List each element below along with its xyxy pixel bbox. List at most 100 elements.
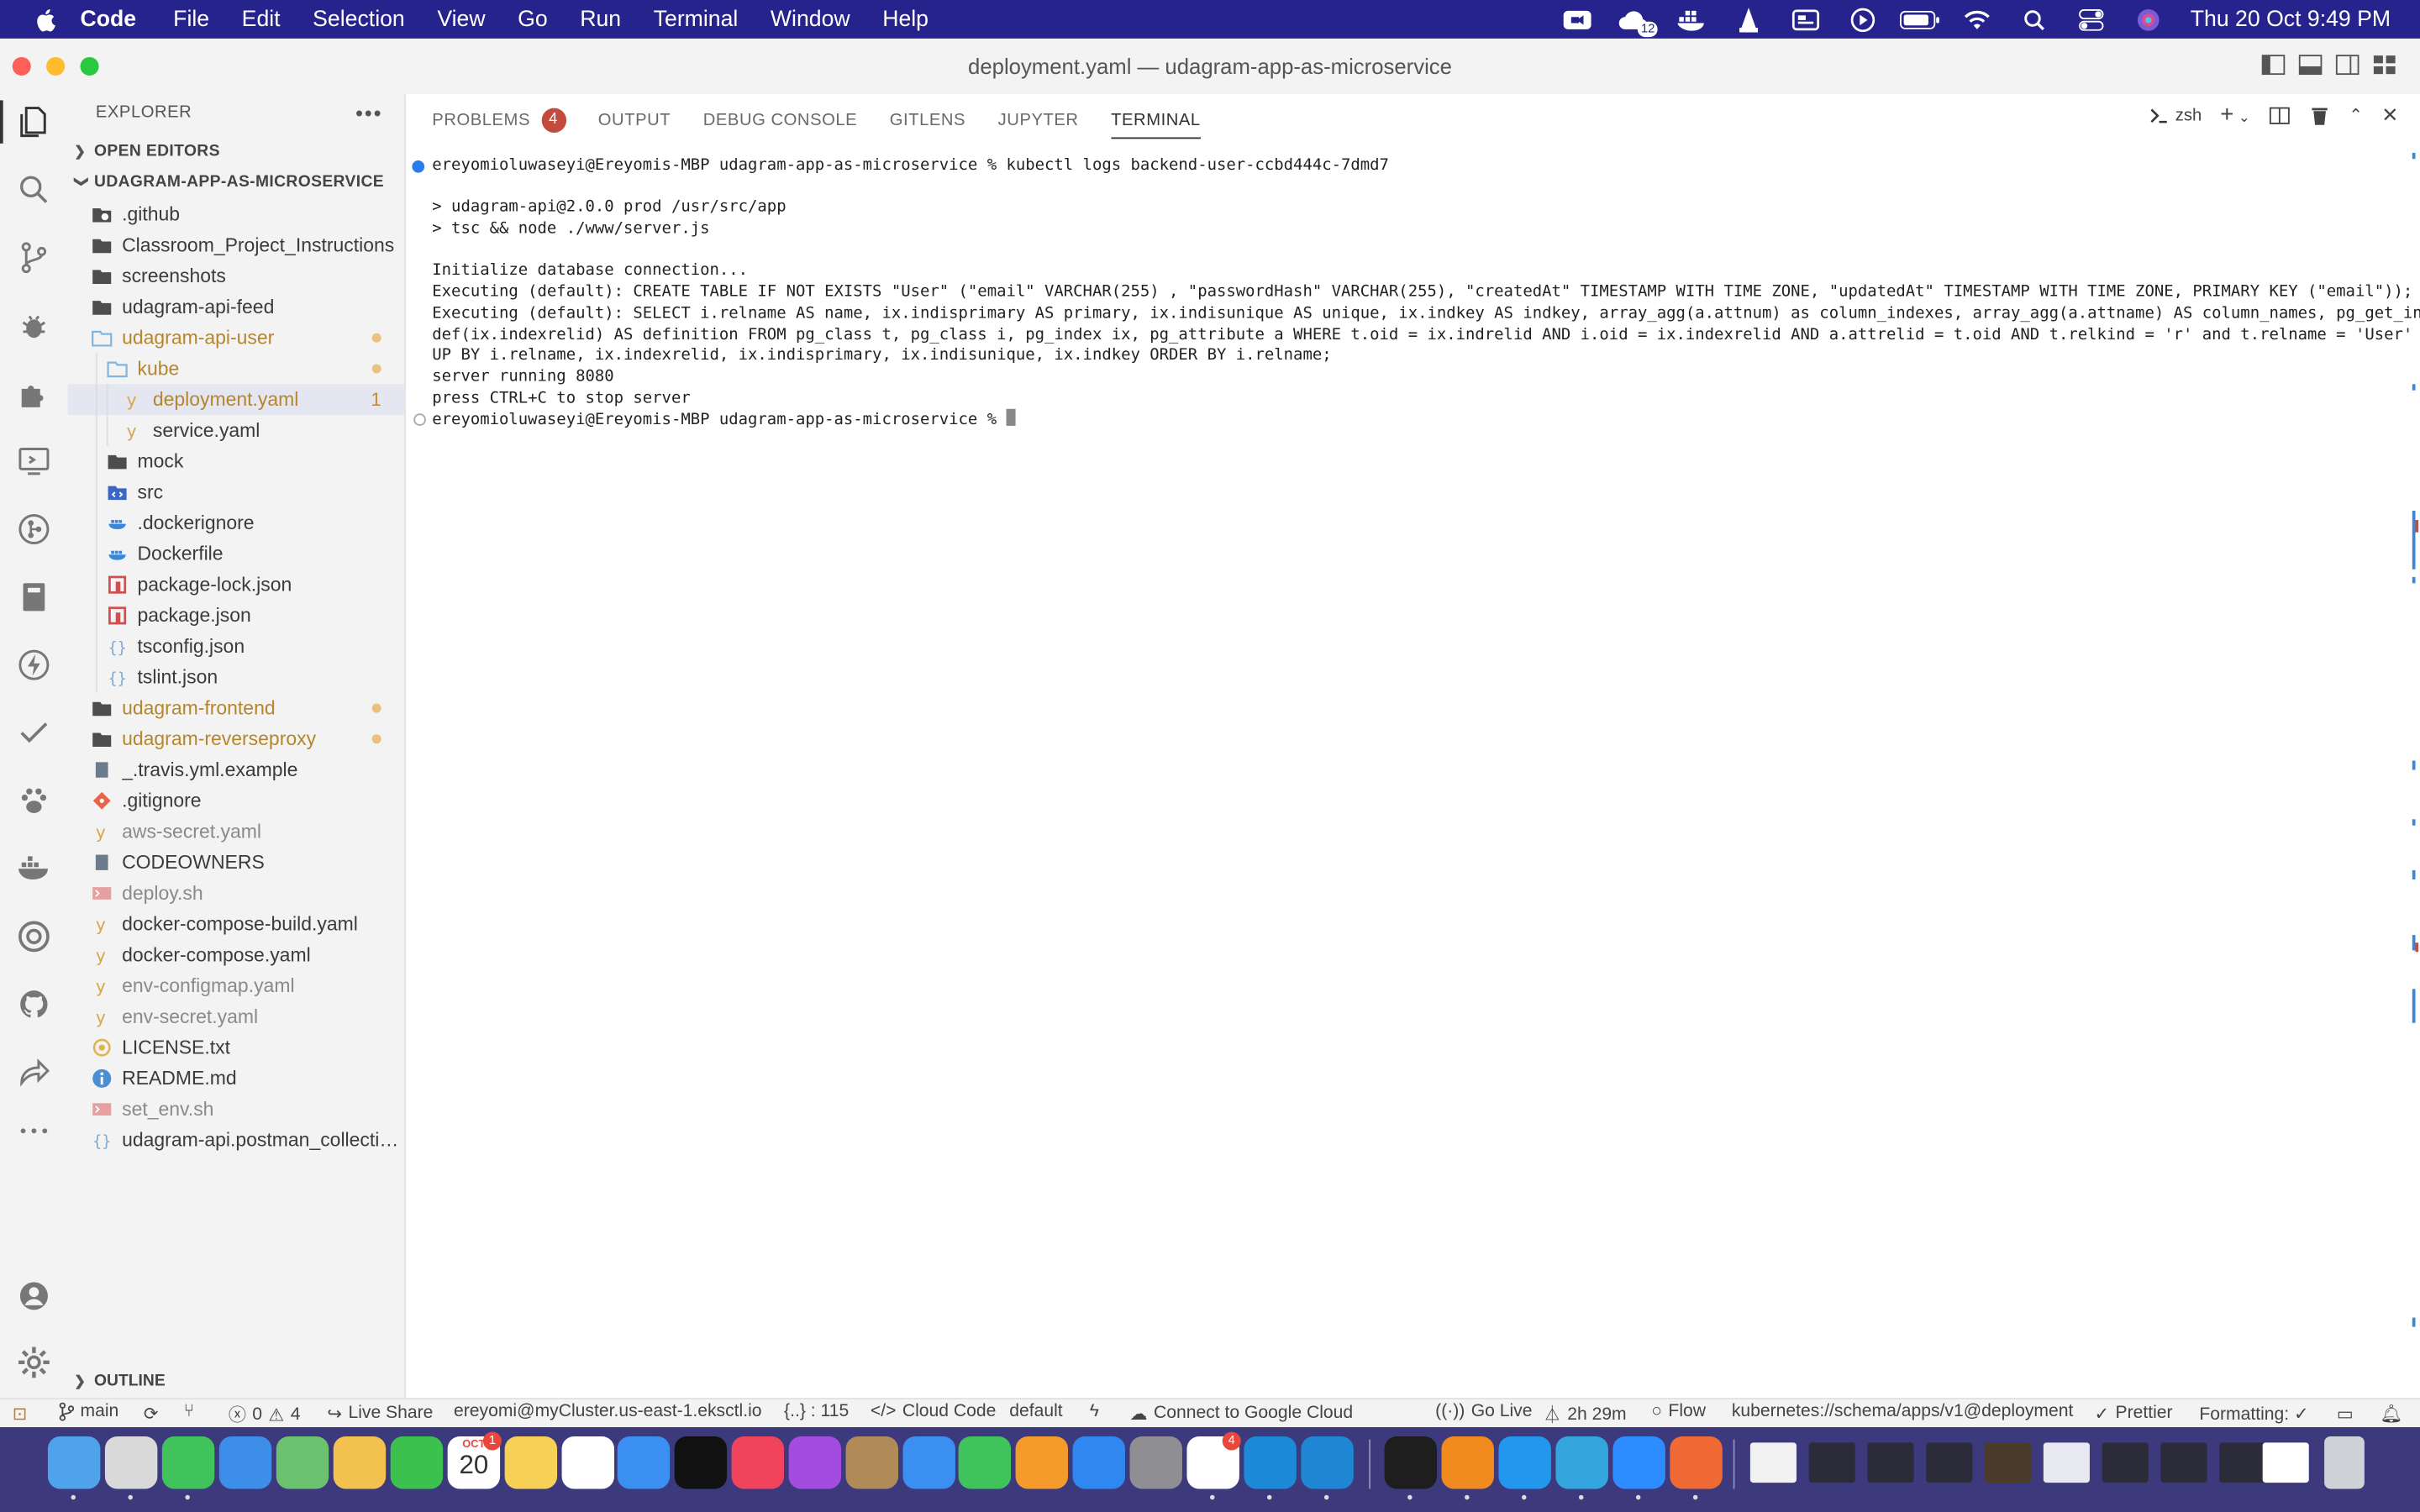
kube-namespace-status[interactable]: default: [1009, 1403, 1062, 1421]
messages-icon[interactable]: [161, 1436, 215, 1489]
tree-item[interactable]: {} udagram-api.postman_collectio...: [68, 1125, 404, 1156]
menubar-clock[interactable]: Thu 20 Oct 9:49 PM: [2191, 7, 2391, 31]
finder-icon[interactable]: [47, 1436, 101, 1489]
more-views-icon[interactable]: [15, 1112, 52, 1149]
tree-item[interactable]: package.json: [68, 600, 404, 632]
tree-item[interactable]: src: [68, 476, 404, 508]
music-icon[interactable]: [731, 1436, 785, 1489]
menu-window[interactable]: Window: [771, 7, 850, 31]
docker-app-icon[interactable]: [1498, 1436, 1551, 1489]
go-live-status[interactable]: ((·)) Go Live: [1435, 1403, 1532, 1421]
split-terminal-icon[interactable]: [2269, 104, 2291, 126]
tree-item[interactable]: mock: [68, 445, 404, 477]
tab-jupyter[interactable]: JUPYTER: [998, 103, 1079, 137]
window-thumbnail[interactable]: [1808, 1442, 1855, 1483]
tree-item[interactable]: README.md: [68, 1063, 404, 1095]
play-tray-icon[interactable]: [1843, 0, 1883, 39]
search-icon[interactable]: [15, 171, 52, 208]
tree-item[interactable]: y docker-compose.yaml: [68, 940, 404, 971]
live-share-icon[interactable]: [15, 1053, 52, 1090]
tree-item[interactable]: .dockerignore: [68, 507, 404, 539]
docker-icon[interactable]: [15, 850, 52, 887]
outline-section[interactable]: ❯ OUTLINE: [74, 1372, 166, 1390]
telegram-icon[interactable]: [1555, 1436, 1608, 1489]
wifi-icon[interactable]: [1957, 0, 1997, 39]
window-thumbnail[interactable]: [2043, 1442, 2090, 1483]
tree-item[interactable]: udagram-reverseproxy: [68, 723, 404, 754]
cloud-code-icon[interactable]: [15, 918, 52, 955]
sync-icon[interactable]: ⟳: [144, 1403, 159, 1424]
pages-icon[interactable]: [1015, 1436, 1069, 1489]
apple-icon[interactable]: [34, 7, 55, 31]
system-preferences-icon[interactable]: [1129, 1436, 1182, 1489]
tree-item[interactable]: Dockerfile: [68, 538, 404, 570]
feedback-icon[interactable]: ▭: [2337, 1403, 2354, 1424]
source-control-publish-icon[interactable]: ⑂: [184, 1403, 195, 1421]
tab-gitlens[interactable]: GITLENS: [890, 103, 965, 137]
zoom-video-icon[interactable]: [1558, 0, 1598, 39]
cloud-code-status[interactable]: </> Cloud Code: [871, 1403, 996, 1421]
launchpad-icon[interactable]: [104, 1436, 158, 1489]
gitlens-icon[interactable]: [15, 511, 52, 548]
keynote-icon[interactable]: [902, 1436, 955, 1489]
paw-icon[interactable]: [15, 782, 52, 819]
maximize-panel-icon[interactable]: ⌃: [2349, 105, 2363, 125]
close-panel-icon[interactable]: ✕: [2381, 102, 2398, 127]
menu-go[interactable]: Go: [518, 7, 548, 31]
git-branch-status[interactable]: main: [59, 1402, 118, 1421]
tree-item[interactable]: y deployment.yaml 1: [67, 384, 405, 416]
contacts-icon[interactable]: [845, 1436, 898, 1489]
window-thumbnail[interactable]: [2262, 1442, 2309, 1483]
formatting-status[interactable]: Formatting: ✓: [2199, 1403, 2308, 1424]
facetime-icon[interactable]: [390, 1436, 444, 1489]
menu-app-name[interactable]: Code: [81, 7, 137, 31]
window-thumbnail[interactable]: [1867, 1442, 1914, 1483]
terminal-shell-selector[interactable]: zsh: [2150, 106, 2202, 124]
lightning-icon[interactable]: ϟ: [1090, 1403, 1099, 1421]
tree-item[interactable]: .gitignore: [68, 785, 404, 816]
reminders-icon[interactable]: [561, 1436, 615, 1489]
command-decoration[interactable]: [413, 413, 426, 427]
postman-icon[interactable]: [1670, 1436, 1723, 1489]
tree-item[interactable]: y service.yaml: [68, 415, 404, 446]
menu-view[interactable]: View: [437, 7, 485, 31]
notebook-icon[interactable]: [15, 579, 52, 616]
spotlight-search-icon[interactable]: [2014, 0, 2054, 39]
tree-item[interactable]: LICENSE.txt: [68, 1032, 404, 1063]
prettier-status[interactable]: ✓ Prettier: [2094, 1403, 2172, 1424]
tab-problems[interactable]: PROBLEMS 4: [432, 103, 566, 137]
vlc-tray-icon[interactable]: [1729, 0, 1770, 39]
zoom-icon[interactable]: [1612, 1436, 1665, 1489]
tree-item[interactable]: y docker-compose-build.yaml: [68, 909, 404, 940]
json-path-status[interactable]: {..} : 115: [784, 1403, 849, 1421]
battery-icon[interactable]: [1900, 0, 1940, 39]
remote-explorer-icon[interactable]: [15, 443, 52, 480]
docker-tray-icon[interactable]: [1672, 0, 1712, 39]
tree-item[interactable]: .github: [68, 199, 404, 230]
tree-item[interactable]: set_env.sh: [68, 1094, 404, 1125]
run-debug-icon[interactable]: [15, 307, 52, 344]
tree-item[interactable]: y env-configmap.yaml: [68, 970, 404, 1001]
remote-indicator-icon[interactable]: ⊡: [13, 1403, 28, 1424]
tree-item[interactable]: udagram-api-user: [68, 323, 404, 354]
maps-icon[interactable]: [276, 1436, 329, 1489]
window-thumbnail[interactable]: [2160, 1442, 2207, 1483]
project-root-section[interactable]: ❯ UDAGRAM-APP-AS-MICROSERVICE: [74, 173, 384, 192]
extensions-icon[interactable]: [15, 375, 52, 412]
apple-tv-icon[interactable]: [674, 1436, 728, 1489]
tab-debug-console[interactable]: DEBUG CONSOLE: [703, 103, 857, 137]
finance-tray-icon[interactable]: [1786, 0, 1827, 39]
notifications-bell-icon[interactable]: 🔔︎: [2380, 1403, 2402, 1424]
app-store-icon[interactable]: [1072, 1436, 1125, 1489]
testing-icon[interactable]: [15, 714, 52, 751]
cloud-sync-icon[interactable]: 12: [1615, 0, 1659, 39]
overview-ruler[interactable]: [2405, 140, 2420, 1390]
google-cloud-status[interactable]: ☁ Connect to Google Cloud: [1129, 1403, 1353, 1424]
terminal-output[interactable]: ereyomioluwaseyi@Ereyomis-MBP udagram-ap…: [412, 156, 2420, 431]
tree-item[interactable]: screenshots: [68, 260, 404, 291]
window-thumbnail[interactable]: [1985, 1442, 2032, 1483]
control-center-icon[interactable]: [2071, 0, 2112, 39]
edge-icon[interactable]: [1244, 1436, 1297, 1489]
menu-run[interactable]: Run: [580, 7, 621, 31]
tree-item[interactable]: y env-secret.yaml: [68, 1001, 404, 1032]
